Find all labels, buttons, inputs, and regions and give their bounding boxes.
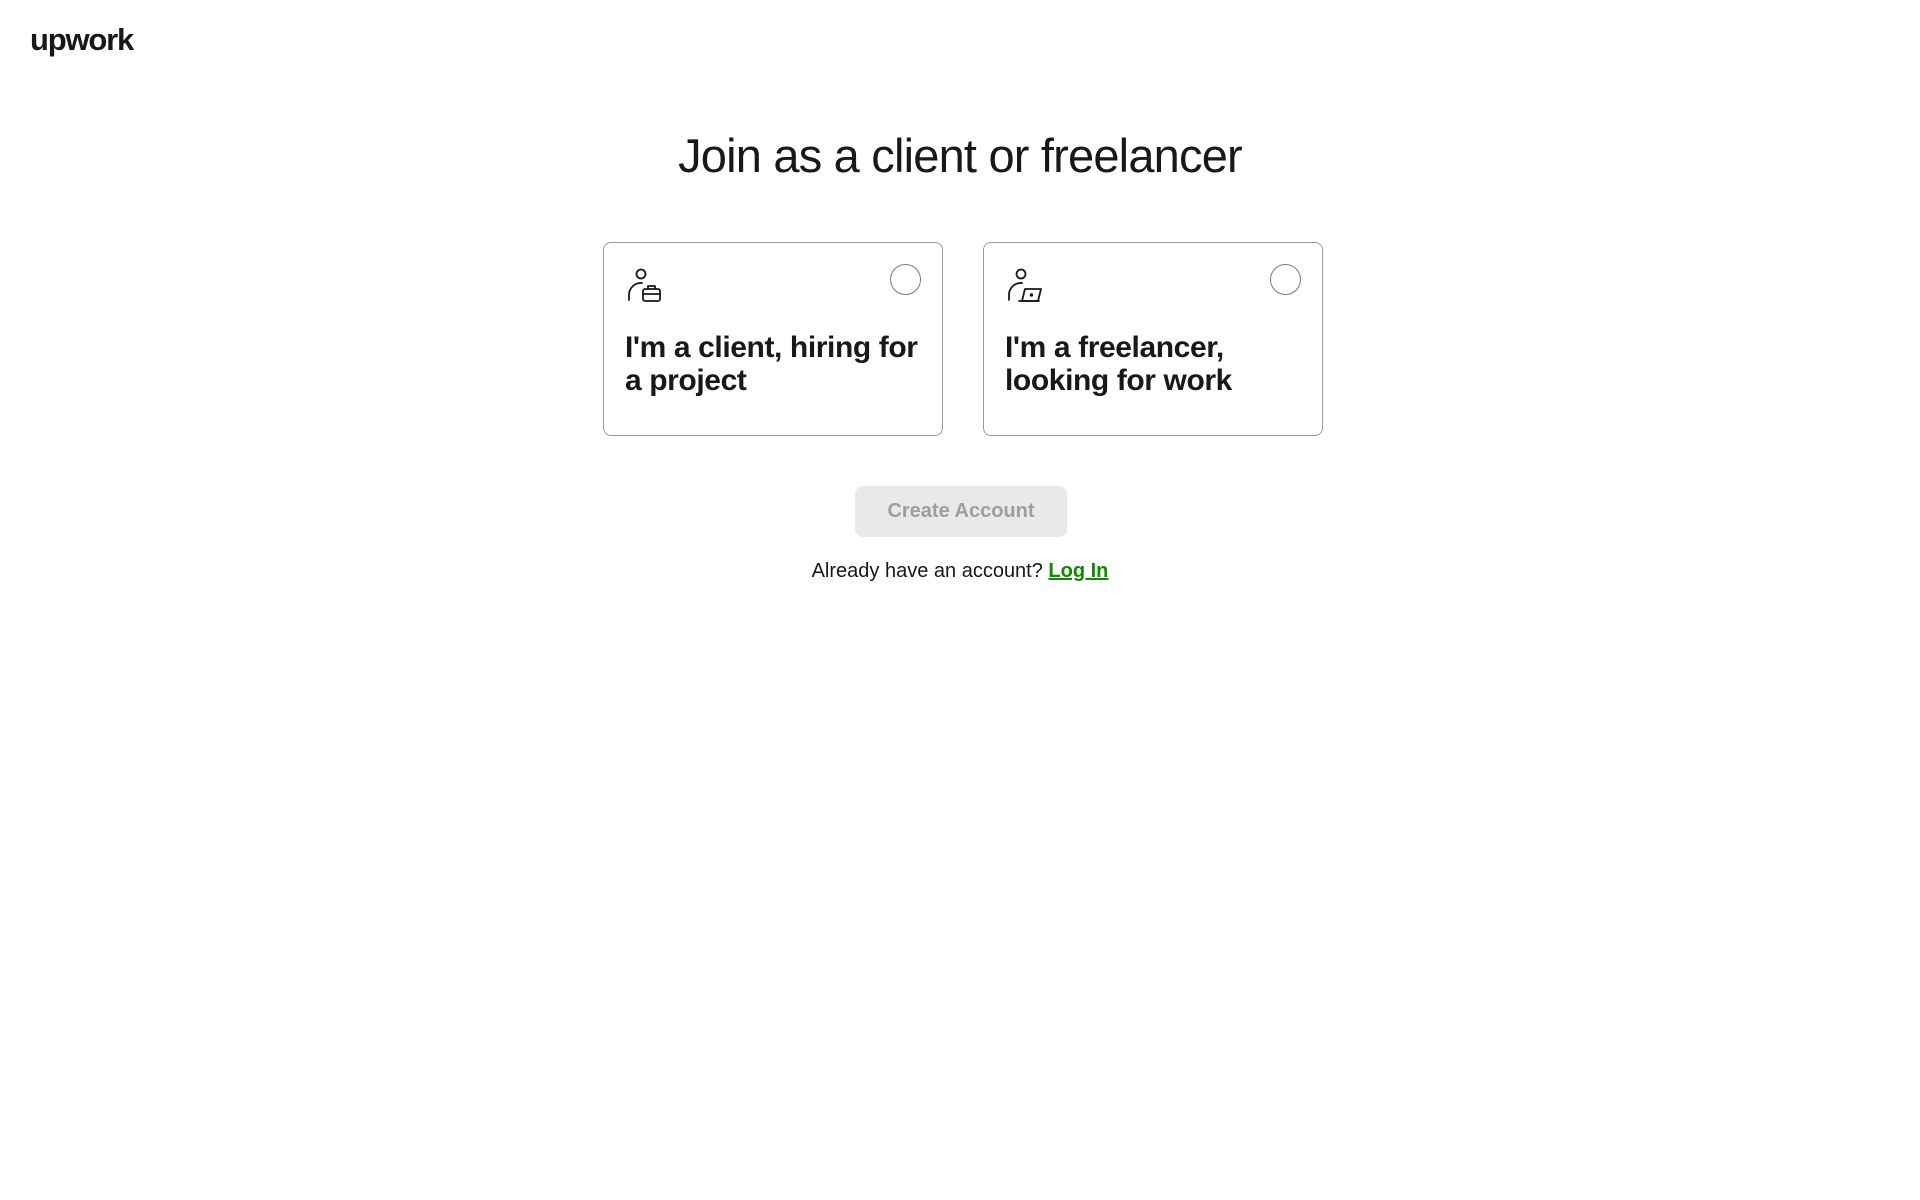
client-option-label: I'm a client, hiring for a project [625,331,918,397]
login-prompt-row: Already have an account? Log In [0,560,1920,583]
freelancer-option-label: I'm a freelancer, looking for work [1005,331,1232,397]
client-option-card[interactable]: I'm a client, hiring for a project [603,242,943,436]
login-link[interactable]: Log In [1048,560,1108,582]
freelancer-option-card[interactable]: I'm a freelancer, looking for work [983,242,1323,436]
freelancer-radio-button[interactable] [1270,264,1301,295]
client-briefcase-icon [626,267,664,305]
login-prompt-text: Already have an account? [811,560,1049,582]
page-title: Join as a client or freelancer [678,129,1243,182]
upwork-logo[interactable]: upwork [30,22,134,58]
client-radio-button[interactable] [890,264,921,295]
create-account-button[interactable]: Create Account [855,486,1067,537]
account-type-options: I'm a client, hiring for a project I'm a… [603,242,1323,436]
freelancer-laptop-icon [1006,267,1044,305]
site-header: upwork [30,22,134,58]
